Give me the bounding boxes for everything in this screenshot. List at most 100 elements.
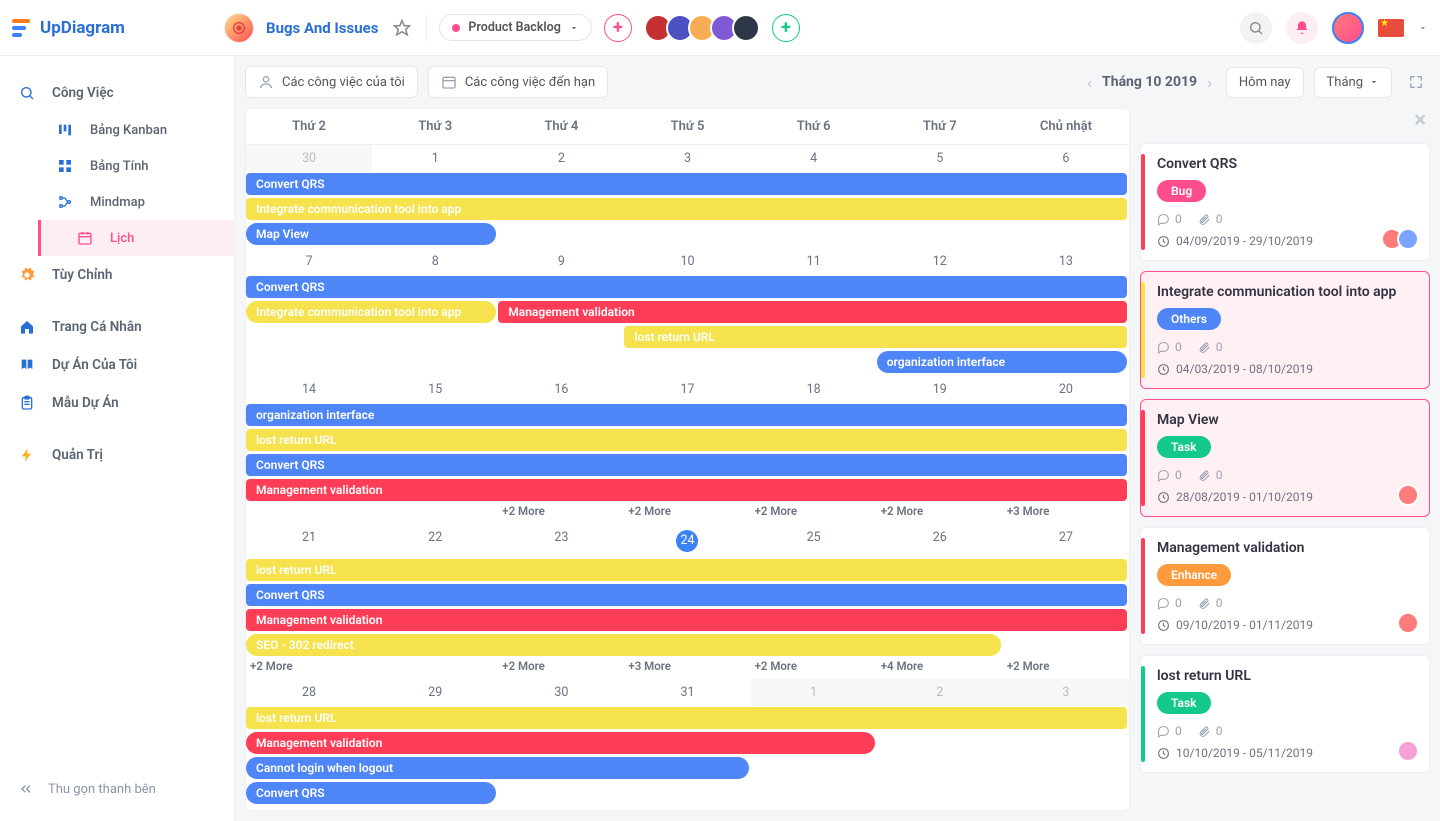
today-button[interactable]: Hôm nay bbox=[1226, 67, 1304, 98]
day-cell[interactable]: 31 bbox=[624, 679, 750, 706]
chevron-down-icon[interactable] bbox=[1418, 23, 1428, 33]
backlog-dropdown[interactable]: Product Backlog bbox=[439, 14, 591, 41]
calendar-event[interactable]: Integrate communication tool into app bbox=[246, 198, 1127, 220]
search-button[interactable] bbox=[1240, 12, 1272, 44]
day-cell[interactable]: 7 bbox=[246, 248, 372, 275]
calendar-event[interactable]: Management validation bbox=[246, 732, 875, 754]
calendar-event[interactable]: Convert QRS bbox=[246, 276, 1127, 298]
notifications-button[interactable] bbox=[1286, 12, 1318, 44]
more-events-link[interactable]: +2 More bbox=[498, 504, 624, 524]
more-events-link[interactable]: +2 More bbox=[751, 659, 877, 679]
calendar-event[interactable]: organization interface bbox=[877, 351, 1127, 373]
calendar-event[interactable]: Integrate communication tool into app bbox=[246, 301, 496, 323]
day-cell[interactable]: 12 bbox=[877, 248, 1003, 275]
more-events-link[interactable]: +2 More bbox=[1003, 659, 1129, 679]
day-cell[interactable]: 1 bbox=[372, 145, 498, 172]
day-cell[interactable]: 27 bbox=[1003, 524, 1129, 558]
more-events-link[interactable]: +2 More bbox=[751, 504, 877, 524]
sidebar-item-work[interactable]: Công Việc bbox=[0, 74, 234, 112]
day-cell[interactable]: 17 bbox=[624, 376, 750, 403]
day-cell[interactable]: 24 bbox=[624, 524, 750, 558]
calendar-event[interactable]: Convert QRS bbox=[246, 173, 1127, 195]
task-card[interactable]: Management validation Enhance 0 0 09/10/… bbox=[1140, 527, 1430, 645]
assignee-avatar[interactable] bbox=[1397, 228, 1419, 250]
prev-month-button[interactable]: ‹ bbox=[1083, 73, 1096, 92]
calendar-event[interactable]: Convert QRS bbox=[246, 454, 1127, 476]
more-events-link[interactable]: +4 More bbox=[877, 659, 1003, 679]
sidebar-item-templates[interactable]: Mẫu Dự Án bbox=[0, 384, 234, 422]
more-events-link[interactable]: +2 More bbox=[877, 504, 1003, 524]
day-cell[interactable]: 11 bbox=[751, 248, 877, 275]
sidebar-item-admin[interactable]: Quản Trị bbox=[0, 436, 234, 474]
more-events-link[interactable]: +3 More bbox=[1003, 504, 1129, 524]
assignee-avatar[interactable] bbox=[1397, 484, 1419, 506]
day-cell[interactable]: 30 bbox=[246, 145, 372, 172]
day-cell[interactable]: 2 bbox=[877, 679, 1003, 706]
calendar-event[interactable]: lost return URL bbox=[246, 707, 1127, 729]
day-cell[interactable]: 23 bbox=[498, 524, 624, 558]
task-card[interactable]: Convert QRS Bug 0 0 04/09/2019 - 29/10/2… bbox=[1140, 143, 1430, 261]
task-card[interactable]: Map View Task 0 0 28/08/2019 - 01/10/201… bbox=[1140, 399, 1430, 517]
day-cell[interactable]: 18 bbox=[751, 376, 877, 403]
day-cell[interactable]: 3 bbox=[624, 145, 750, 172]
day-cell[interactable]: 9 bbox=[498, 248, 624, 275]
project-name[interactable]: Bugs And Issues bbox=[266, 19, 378, 37]
calendar-event[interactable]: lost return URL bbox=[624, 326, 1127, 348]
day-cell[interactable]: 26 bbox=[877, 524, 1003, 558]
day-cell[interactable]: 6 bbox=[1003, 145, 1129, 172]
day-cell[interactable]: 3 bbox=[1003, 679, 1129, 706]
calendar-event[interactable]: Convert QRS bbox=[246, 782, 496, 804]
language-flag[interactable] bbox=[1378, 19, 1404, 37]
day-cell[interactable]: 10 bbox=[624, 248, 750, 275]
day-cell[interactable]: 29 bbox=[372, 679, 498, 706]
close-panel-button[interactable]: × bbox=[1140, 108, 1430, 133]
add-backlog-button[interactable]: + bbox=[604, 14, 632, 42]
day-cell[interactable]: 30 bbox=[498, 679, 624, 706]
calendar-event[interactable]: Cannot login when logout bbox=[246, 757, 749, 779]
calendar-event[interactable]: Map View bbox=[246, 223, 496, 245]
star-button[interactable] bbox=[390, 16, 414, 40]
logo[interactable]: UpDiagram bbox=[12, 18, 212, 38]
calendar-event[interactable]: Management validation bbox=[246, 609, 1127, 631]
assignee-avatar[interactable] bbox=[1397, 740, 1419, 762]
filter-due-tasks[interactable]: Các công việc đến hạn bbox=[428, 66, 608, 98]
more-events-link[interactable]: +2 More bbox=[246, 659, 372, 679]
calendar-event[interactable]: Convert QRS bbox=[246, 584, 1127, 606]
sidebar-item-sheet[interactable]: Bảng Tính bbox=[38, 148, 234, 184]
day-cell[interactable]: 4 bbox=[751, 145, 877, 172]
calendar-event[interactable]: lost return URL bbox=[246, 429, 1127, 451]
sidebar-item-calendar[interactable]: Lịch bbox=[38, 220, 234, 256]
day-cell[interactable]: 16 bbox=[498, 376, 624, 403]
day-cell[interactable]: 21 bbox=[246, 524, 372, 558]
expand-button[interactable] bbox=[1402, 74, 1430, 90]
sidebar-item-customize[interactable]: Tùy Chỉnh bbox=[0, 256, 234, 294]
more-events-link[interactable]: +3 More bbox=[624, 659, 750, 679]
day-cell[interactable]: 5 bbox=[877, 145, 1003, 172]
day-cell[interactable]: 14 bbox=[246, 376, 372, 403]
add-member-button[interactable]: + bbox=[772, 14, 800, 42]
calendar-event[interactable]: SEO - 302 redirect bbox=[246, 634, 1001, 656]
calendar-event[interactable]: lost return URL bbox=[246, 559, 1127, 581]
day-cell[interactable]: 2 bbox=[498, 145, 624, 172]
sidebar-item-kanban[interactable]: Bảng Kanban bbox=[38, 112, 234, 148]
calendar-event[interactable]: Management validation bbox=[498, 301, 1127, 323]
calendar-event[interactable]: organization interface bbox=[246, 404, 1127, 426]
day-cell[interactable]: 25 bbox=[751, 524, 877, 558]
task-card[interactable]: Integrate communication tool into app Ot… bbox=[1140, 271, 1430, 389]
more-events-link[interactable]: +2 More bbox=[498, 659, 624, 679]
more-events-link[interactable]: +2 More bbox=[624, 504, 750, 524]
filter-my-tasks[interactable]: Các công việc của tôi bbox=[245, 66, 418, 98]
day-cell[interactable]: 13 bbox=[1003, 248, 1129, 275]
day-cell[interactable]: 28 bbox=[246, 679, 372, 706]
member-avatars[interactable] bbox=[644, 14, 760, 42]
project-icon[interactable] bbox=[224, 13, 254, 43]
avatar[interactable] bbox=[732, 14, 760, 42]
calendar-event[interactable]: Management validation bbox=[246, 479, 1127, 501]
next-month-button[interactable]: › bbox=[1203, 73, 1216, 92]
view-dropdown[interactable]: Tháng bbox=[1314, 67, 1392, 98]
sidebar-item-home[interactable]: Trang Cá Nhân bbox=[0, 308, 234, 346]
task-card[interactable]: lost return URL Task 0 0 10/10/2019 - 05… bbox=[1140, 655, 1430, 773]
sidebar-item-mindmap[interactable]: Mindmap bbox=[38, 184, 234, 220]
user-avatar[interactable] bbox=[1332, 12, 1364, 44]
day-cell[interactable]: 1 bbox=[751, 679, 877, 706]
